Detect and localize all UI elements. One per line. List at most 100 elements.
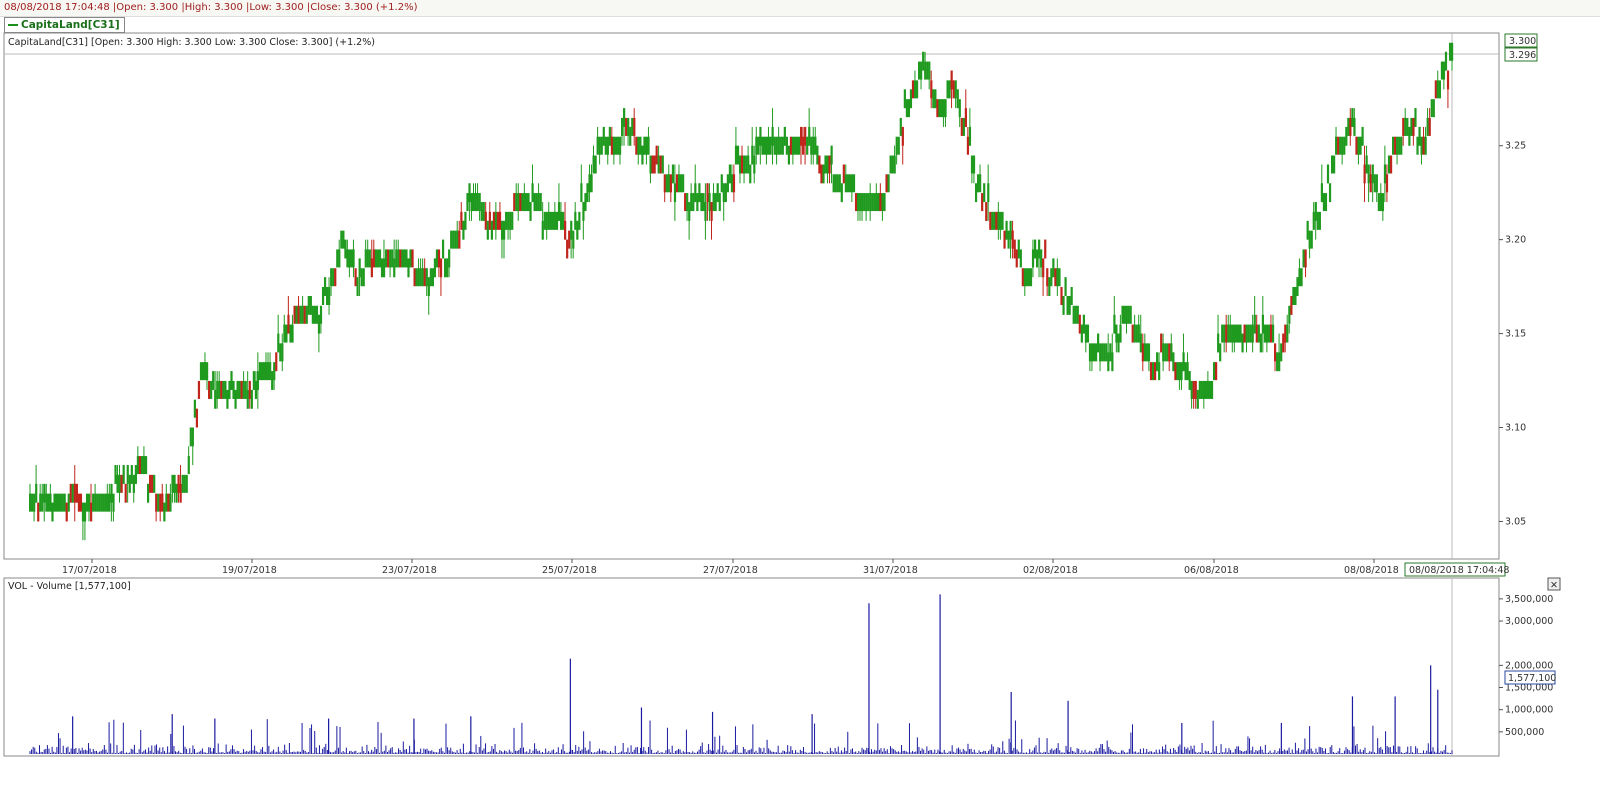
candle-body [405,249,408,268]
candle-body [1202,380,1206,399]
candle-body [942,99,945,118]
candle-body [920,61,923,80]
price-x-tick-label: 25/07/2018 [542,565,597,576]
candle-body [1141,343,1144,362]
candle-body [529,202,532,221]
candle-body [1225,324,1228,343]
candle-body [122,465,125,484]
candle-body [728,164,732,184]
candle-body [657,155,660,174]
candle-body [281,343,284,362]
close-icon[interactable]: ✕ [1550,580,1558,591]
candle-body [972,155,976,174]
price-panel[interactable] [3,32,1500,560]
candle-body [448,249,451,268]
candle-body [856,193,860,212]
candle-body [1324,193,1328,212]
candle-body [403,249,406,268]
candle-body [496,211,500,230]
price-y-tick-label: 3.20 [1505,235,1526,246]
candle-body [690,193,693,212]
candle-body [938,99,941,118]
candle-body [216,380,219,399]
chart-canvas[interactable]: CapitaLand[C31] [Open: 3.300 High: 3.300… [0,0,1600,786]
candle-body [323,277,327,296]
candle-body [1320,183,1324,203]
candle-body [1286,324,1289,343]
candle-body [875,193,878,212]
candle-body [698,183,701,203]
candle-body [1253,314,1256,334]
candle-body [1109,343,1112,362]
candle-body [669,174,673,193]
candle-body [435,249,439,268]
candle-body [1204,380,1208,399]
price-y-axis: 3.05 3.10 3.15 3.20 3.25 [1499,141,1526,527]
candle-body [126,465,129,484]
candle-body [730,174,734,193]
candle-body [505,211,508,230]
candle-body [610,136,614,155]
candle-body [545,211,548,230]
candle-body [625,117,628,136]
candle-body [883,193,886,212]
candle-body [1448,42,1452,61]
candle-body [458,230,461,249]
candle-body [1365,155,1368,174]
candle-body [844,174,847,193]
candle-body [1440,61,1444,80]
candle-body [962,117,965,136]
candle-body [299,305,302,324]
candle-body [124,483,127,503]
candle-body [1033,239,1037,259]
candle-body [1351,108,1354,127]
candle-body [39,493,42,512]
candle-body [1070,287,1073,305]
candle-body [1357,136,1360,155]
candle-body [1243,324,1246,343]
candle-body [999,211,1002,230]
candle-body [1149,362,1153,381]
candle-body [429,268,432,287]
candle-body [1052,258,1055,278]
candle-body [1088,343,1092,362]
candle-body [1186,362,1189,381]
candle-body [1188,371,1191,390]
candle-body [439,258,443,278]
volume-panel[interactable] [3,577,1500,757]
candle-body [706,183,709,203]
candle-body [1426,117,1429,136]
candle-body [1444,51,1448,71]
candle-body [1062,296,1065,315]
candle-body [1418,126,1421,146]
candle-body [1410,117,1413,136]
candle-body [525,193,528,212]
candle-body [484,211,487,230]
candle-body [29,493,32,512]
candle-body [1180,362,1183,381]
candle-body [1269,324,1273,343]
candle-body [494,211,498,230]
candle-body [643,136,646,155]
candle-body [153,474,156,493]
candle-body [199,362,203,381]
candle-body [751,145,754,165]
candle-body [734,145,738,165]
candle-body [450,230,453,249]
candle-body [667,174,670,193]
candle-body [897,136,900,155]
candle-body [1298,268,1301,287]
candle-body [149,474,152,493]
candle-body [1206,380,1210,399]
candle-body [187,456,190,475]
candle-body [1048,277,1051,296]
candle-body [684,193,687,212]
candle-body [234,389,237,409]
candle-body [252,371,255,390]
candle-body [1129,305,1132,324]
candle-body [513,193,516,212]
candle-body [342,230,345,249]
candle-body [887,174,890,193]
candle-body [824,155,827,174]
candle-body [132,474,135,493]
